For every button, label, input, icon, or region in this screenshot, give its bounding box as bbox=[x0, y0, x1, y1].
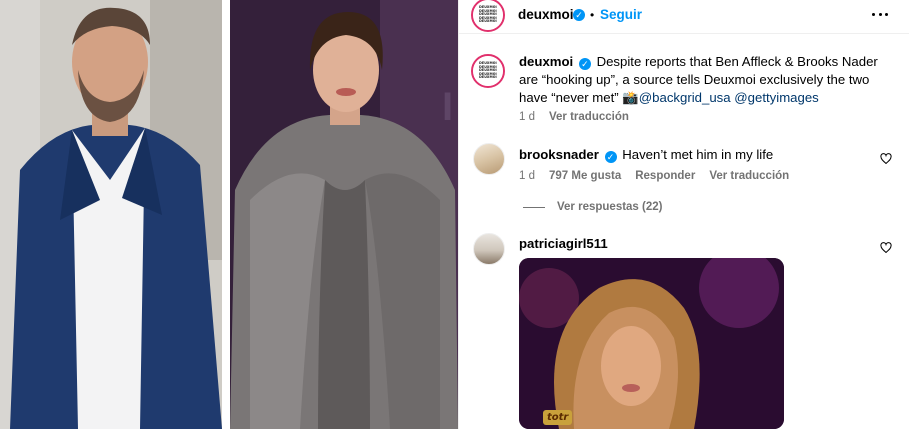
caption-time[interactable]: 1 d bbox=[519, 111, 535, 123]
caption-author-avatar[interactable]: DEUXMOI DEUXMOI DEUXMOI DEUXMOI DEUXMOI bbox=[471, 54, 505, 88]
comment-username[interactable]: patriciagirl511 bbox=[519, 236, 608, 251]
photo-brooks-nader: I bbox=[230, 0, 458, 429]
header-divider bbox=[459, 33, 909, 34]
commenter-avatar[interactable] bbox=[473, 143, 505, 175]
svg-text:I: I bbox=[442, 85, 453, 129]
view-replies-button[interactable]: Ver respuestas (22) bbox=[523, 201, 662, 213]
post-panel: DEUXMOI DEUXMOI DEUXMOI DEUXMOI DEUXMOI … bbox=[458, 0, 909, 429]
separator-dot: • bbox=[590, 8, 595, 22]
gif-illustration bbox=[519, 258, 784, 429]
camera-emoji-icon: 📸 bbox=[622, 90, 639, 105]
caption-username[interactable]: deuxmoi bbox=[519, 54, 573, 69]
like-comment-heart-icon[interactable] bbox=[880, 153, 892, 164]
post-media[interactable]: I bbox=[0, 0, 458, 429]
comment-text: Haven’t met him in my life bbox=[622, 147, 774, 162]
author-avatar[interactable]: DEUXMOI DEUXMOI DEUXMOI DEUXMOI DEUXMOI bbox=[471, 0, 505, 32]
commenter-avatar[interactable] bbox=[473, 233, 505, 265]
comment-translate-link[interactable]: Ver traducción bbox=[709, 170, 789, 182]
comment-body: patriciagirl511 bbox=[519, 235, 859, 253]
post-header: DEUXMOI DEUXMOI DEUXMOI DEUXMOI DEUXMOI … bbox=[459, 0, 909, 32]
follow-button[interactable]: Seguir bbox=[600, 7, 642, 22]
caption-translate-link[interactable]: Ver traducción bbox=[549, 111, 629, 123]
photo-woman-illustration: I bbox=[230, 0, 458, 429]
avatar-text-line: DEUXMOI bbox=[479, 75, 497, 80]
post-caption: deuxmoi ✓ Despite reports that Ben Affle… bbox=[519, 53, 879, 107]
author-username[interactable]: deuxmoi bbox=[518, 7, 574, 22]
caption-meta: 1 d Ver traducción bbox=[519, 111, 629, 123]
replies-line bbox=[523, 206, 545, 208]
more-options-icon[interactable] bbox=[872, 13, 888, 17]
comment-username[interactable]: brooksnader bbox=[519, 147, 599, 162]
view-replies-label[interactable]: Ver respuestas (22) bbox=[557, 201, 662, 213]
like-comment-heart-icon[interactable] bbox=[880, 242, 892, 253]
avatar-text-line: DEUXMOI bbox=[479, 19, 497, 24]
photo-ben-affleck bbox=[0, 0, 222, 429]
photo-man-illustration bbox=[0, 0, 222, 429]
comment-time[interactable]: 1 d bbox=[519, 170, 535, 182]
mention-gettyimages[interactable]: @gettyimages bbox=[734, 90, 819, 105]
verified-badge-icon: ✓ bbox=[604, 151, 617, 163]
comment-gif[interactable]: totr bbox=[519, 258, 784, 429]
verified-badge-icon: ✓ bbox=[578, 58, 591, 70]
mention-backgrid[interactable]: @backgrid_usa bbox=[639, 90, 731, 105]
comment-likes[interactable]: 797 Me gusta bbox=[549, 170, 621, 182]
verified-badge-icon: ✓ bbox=[573, 9, 585, 21]
gif-caption: totr bbox=[543, 410, 573, 425]
comment-meta: 1 d 797 Me gusta Responder Ver traducció… bbox=[519, 170, 789, 182]
reply-button[interactable]: Responder bbox=[635, 170, 695, 182]
comment-body: brooksnader ✓ Haven’t met him in my life bbox=[519, 146, 859, 164]
